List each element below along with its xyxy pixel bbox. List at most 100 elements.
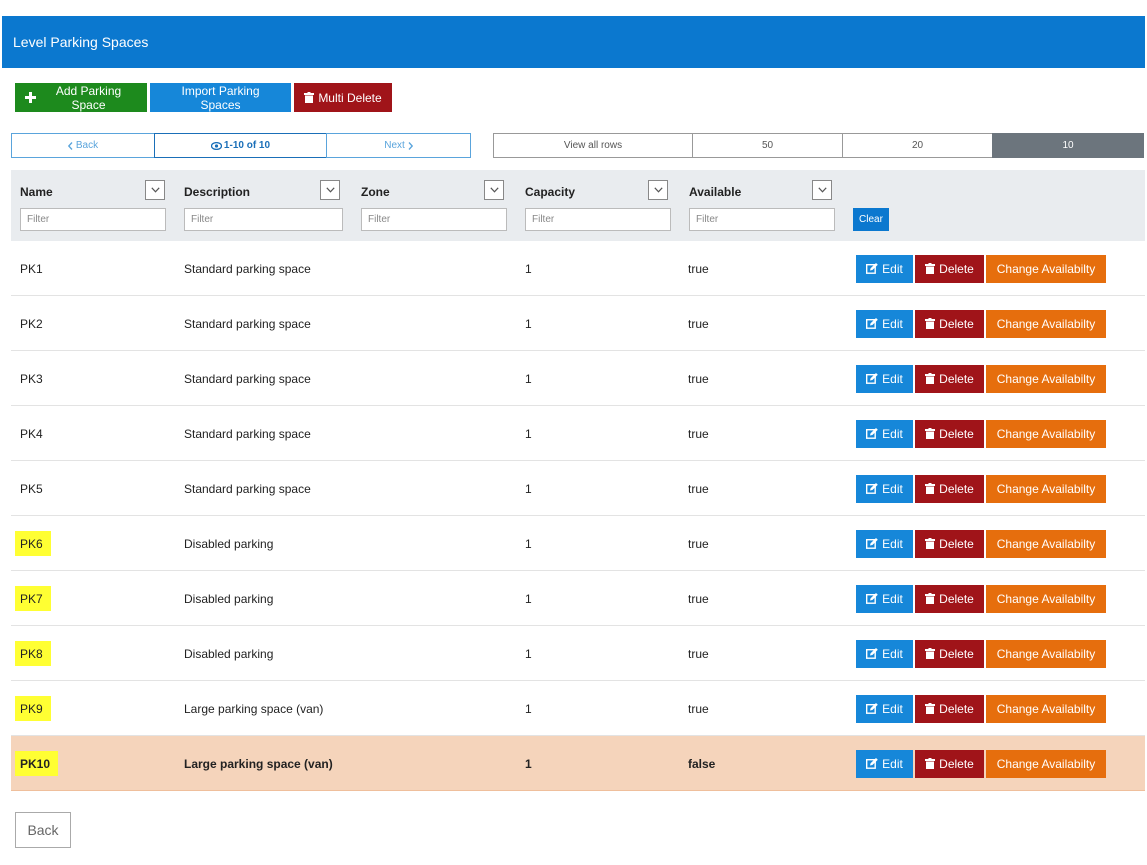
cell-description: Standard parking space [184,261,311,276]
delete-button[interactable]: Delete [915,584,984,613]
cell-name: PK5 [20,461,43,516]
rows-option-20[interactable]: 20 [842,133,993,158]
delete-button[interactable]: Delete [915,364,984,393]
table-row[interactable]: PK9 Large parking space (van) 1 true Edit Del… [11,681,1145,736]
table-row[interactable]: PK10 Large parking space (van) 1 false Edit D… [11,736,1145,791]
cell-capacity: 1 [525,316,532,331]
change-availability-button[interactable]: Change Availabilty [986,364,1106,393]
change-availability-button[interactable]: Change Availabilty [986,749,1106,778]
row-name: PK8 [15,641,51,666]
edit-label: Edit [882,591,903,606]
change-availability-button[interactable]: Change Availabilty [986,309,1106,338]
change-availability-button[interactable]: Change Availabilty [986,474,1106,503]
edit-button[interactable]: Edit [856,364,913,393]
table-row[interactable]: PK5 Standard parking space 1 true Edit Delete… [11,461,1145,516]
table-row[interactable]: PK7 Disabled parking 1 true Edit Delete Change… [11,571,1145,626]
edit-button[interactable]: Edit [856,419,913,448]
capacity-filter-input[interactable] [525,208,671,231]
delete-label: Delete [939,316,974,331]
change-availability-button[interactable]: Change Availabilty [986,254,1106,283]
cell-available: true [688,591,709,606]
table-row[interactable]: PK4 Standard parking space 1 true Edit Delete… [11,406,1145,461]
delete-button[interactable]: Delete [915,529,984,558]
edit-button[interactable]: Edit [856,584,913,613]
chevron-down-icon[interactable] [484,180,504,200]
rows-option-all[interactable]: View all rows [493,133,693,158]
delete-button[interactable]: Delete [915,419,984,448]
trash-icon [925,318,936,329]
column-label: Description [184,185,251,199]
column-header-zone: Zone [352,170,516,241]
edit-label: Edit [882,646,903,661]
zone-filter-input[interactable] [361,208,507,231]
edit-button[interactable]: Edit [856,694,913,723]
cell-available: true [688,646,709,661]
cell-capacity: 1 [525,481,532,496]
delete-button[interactable]: Delete [915,694,984,723]
pager-count: 1-10 of 10 [154,133,327,158]
name-filter-input[interactable] [20,208,166,231]
cell-actions: Edit Delete Change Availabilty [856,406,1106,461]
delete-button[interactable]: Delete [915,254,984,283]
clear-filters-button[interactable]: Clear [853,208,889,231]
chevron-down-icon[interactable] [145,180,165,200]
trash-icon [925,593,936,604]
cell-capacity: 1 [525,536,532,551]
delete-button[interactable]: Delete [915,474,984,503]
cell-actions: Edit Delete Change Availabilty [856,296,1106,351]
delete-label: Delete [939,646,974,661]
delete-label: Delete [939,536,974,551]
chevron-down-icon[interactable] [648,180,668,200]
add-parking-space-button[interactable]: Add Parking Space [15,83,147,112]
row-name: PK2 [20,316,43,331]
change-availability-button[interactable]: Change Availabilty [986,639,1106,668]
change-availability-button[interactable]: Change Availabilty [986,584,1106,613]
delete-label: Delete [939,756,974,771]
edit-button[interactable]: Edit [856,749,913,778]
import-parking-spaces-button[interactable]: Import Parking Spaces [150,83,291,112]
row-name: PK3 [20,371,43,386]
trash-icon [304,92,315,103]
cell-actions: Edit Delete Change Availabilty [856,681,1106,736]
table-row[interactable]: PK1 Standard parking space 1 true Edit Delete… [11,241,1145,296]
delete-button[interactable]: Delete [915,309,984,338]
cell-actions: Edit Delete Change Availabilty [856,461,1106,516]
change-availability-button[interactable]: Change Availabilty [986,694,1106,723]
available-filter-input[interactable] [689,208,835,231]
table-row[interactable]: PK2 Standard parking space 1 true Edit Delete… [11,296,1145,351]
edit-button[interactable]: Edit [856,474,913,503]
delete-label: Delete [939,261,974,276]
edit-button[interactable]: Edit [856,309,913,338]
delete-button[interactable]: Delete [915,749,984,778]
change-availability-button[interactable]: Change Availabilty [986,419,1106,448]
chevron-down-icon[interactable] [320,180,340,200]
edit-button[interactable]: Edit [856,254,913,283]
edit-button[interactable]: Edit [856,639,913,668]
cell-description: Standard parking space [184,481,311,496]
edit-label: Edit [882,536,903,551]
rows-option-50[interactable]: 50 [692,133,843,158]
cell-available: true [688,481,709,496]
multi-delete-button[interactable]: Multi Delete [294,83,392,112]
rows-option-10[interactable]: 10 [992,133,1144,158]
delete-label: Delete [939,591,974,606]
column-label: Capacity [525,185,576,199]
cell-capacity: 1 [525,261,532,276]
table-row[interactable]: PK8 Disabled parking 1 true Edit Delete Change… [11,626,1145,681]
change-availability-button[interactable]: Change Availabilty [986,529,1106,558]
delete-button[interactable]: Delete [915,639,984,668]
cell-capacity: 1 [525,371,532,386]
add-parking-space-label: Add Parking Space [55,83,122,112]
edit-label: Edit [882,316,903,331]
table-row[interactable]: PK6 Disabled parking 1 true Edit Delete Change… [11,516,1145,571]
edit-button[interactable]: Edit [856,529,913,558]
chevron-down-icon[interactable] [812,180,832,200]
pager-next-button[interactable]: Next [326,133,471,158]
pager-back-button[interactable]: Back [11,133,155,158]
edit-icon [866,483,878,494]
cell-available: true [688,261,709,276]
description-filter-input[interactable] [184,208,343,231]
table-row[interactable]: PK3 Standard parking space 1 true Edit Delete… [11,351,1145,406]
edit-label: Edit [882,756,903,771]
back-button[interactable]: Back [15,812,71,848]
